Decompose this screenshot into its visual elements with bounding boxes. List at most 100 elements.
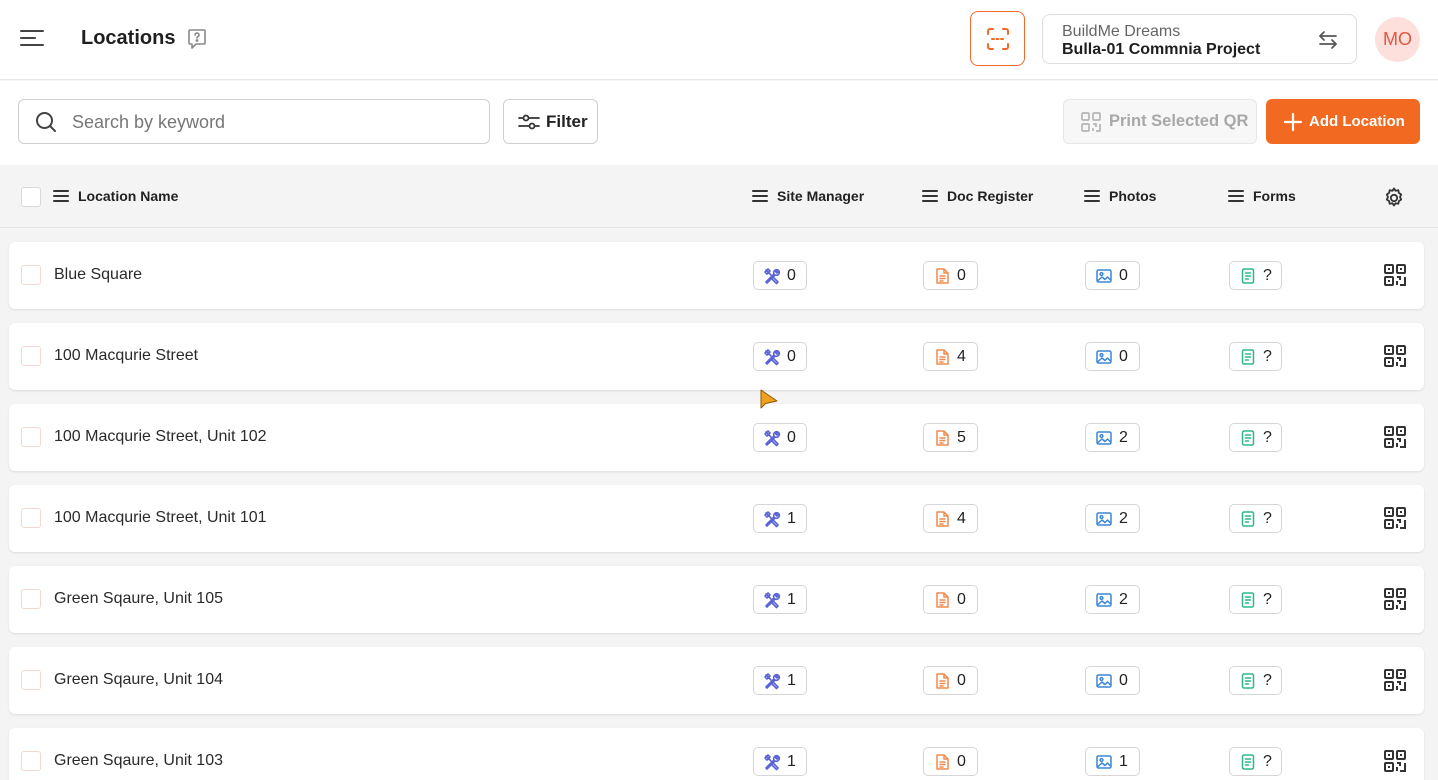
row-checkbox[interactable] [21, 589, 41, 609]
column-label: Photos [1109, 188, 1157, 204]
table-row[interactable]: Green Sqaure, Unit 105 1 0 2 ? [9, 566, 1424, 633]
add-location-button[interactable]: Add Location [1266, 99, 1420, 144]
document-icon [936, 753, 949, 770]
location-name: Green Sqaure, Unit 104 [54, 671, 223, 688]
swap-icon [1319, 31, 1337, 49]
form-count: ? [1263, 752, 1272, 770]
table-row[interactable]: 100 Macqurie Street, Unit 101 1 4 2 ? [9, 485, 1424, 552]
qr-icon[interactable] [1383, 668, 1407, 692]
site-manager-chip[interactable]: 1 [753, 504, 807, 533]
row-checkbox[interactable] [21, 508, 41, 528]
doc-register-chip[interactable]: 4 [923, 504, 978, 533]
column-photos[interactable]: Photos [1084, 188, 1156, 204]
column-doc-register[interactable]: Doc Register [922, 188, 1033, 204]
doc-register-chip[interactable]: 4 [923, 342, 978, 371]
row-checkbox[interactable] [21, 670, 41, 690]
qr-icon[interactable] [1383, 506, 1407, 530]
filter-button[interactable]: Filter [503, 99, 598, 144]
row-checkbox[interactable] [21, 427, 41, 447]
column-label: Forms [1253, 188, 1296, 204]
forms-chip[interactable]: ? [1229, 747, 1282, 776]
site-count: 1 [787, 671, 796, 689]
scan-icon [986, 27, 1009, 50]
photos-chip[interactable]: 0 [1085, 342, 1140, 371]
photos-chip[interactable]: 2 [1085, 504, 1140, 533]
site-manager-chip[interactable]: 1 [753, 666, 807, 695]
site-manager-chip[interactable]: 0 [753, 261, 807, 290]
avatar[interactable]: MO [1375, 17, 1420, 62]
document-icon [936, 672, 949, 689]
qr-icon[interactable] [1383, 263, 1407, 287]
photo-count: 2 [1119, 509, 1128, 527]
site-count: 1 [787, 752, 796, 770]
image-icon [1096, 673, 1112, 688]
doc-count: 0 [957, 590, 966, 608]
menu-icon[interactable] [18, 26, 46, 50]
photo-count: 2 [1119, 428, 1128, 446]
scan-qr-button[interactable] [970, 11, 1025, 66]
qr-icon[interactable] [1383, 425, 1407, 449]
table-row[interactable]: 100 Macqurie Street 0 4 0 ? [9, 323, 1424, 390]
row-checkbox[interactable] [21, 346, 41, 366]
tools-icon [764, 510, 781, 527]
project-name: Bulla-01 Commnia Project [1062, 41, 1261, 58]
form-count: ? [1263, 671, 1272, 689]
project-company: BuildMe Dreams [1062, 23, 1181, 40]
site-count: 0 [787, 266, 796, 284]
print-selected-qr-button[interactable]: Print Selected QR [1063, 99, 1257, 144]
form-icon [1241, 429, 1255, 446]
document-icon [936, 591, 949, 608]
forms-chip[interactable]: ? [1229, 261, 1282, 290]
doc-register-chip[interactable]: 0 [923, 261, 978, 290]
search-box[interactable] [18, 99, 490, 144]
project-switcher[interactable]: BuildMe Dreams Bulla-01 Commnia Project [1042, 14, 1357, 64]
table-row[interactable]: 100 Macqurie Street, Unit 102 0 5 2 ? [9, 404, 1424, 471]
form-count: ? [1263, 266, 1272, 284]
photos-chip[interactable]: 2 [1085, 423, 1140, 452]
site-manager-chip[interactable]: 1 [753, 585, 807, 614]
column-site-manager[interactable]: Site Manager [752, 188, 864, 204]
gear-icon[interactable] [1382, 186, 1406, 210]
form-count: ? [1263, 590, 1272, 608]
image-icon [1096, 430, 1112, 445]
forms-chip[interactable]: ? [1229, 585, 1282, 614]
select-all-checkbox[interactable] [21, 187, 41, 207]
qr-icon[interactable] [1383, 587, 1407, 611]
photo-count: 2 [1119, 590, 1128, 608]
row-checkbox[interactable] [21, 265, 41, 285]
doc-count: 5 [957, 428, 966, 446]
doc-register-chip[interactable]: 5 [923, 423, 978, 452]
qr-icon[interactable] [1383, 749, 1407, 773]
photos-chip[interactable]: 0 [1085, 666, 1140, 695]
forms-chip[interactable]: ? [1229, 666, 1282, 695]
doc-count: 0 [957, 266, 966, 284]
image-icon [1096, 511, 1112, 526]
plus-icon [1283, 112, 1303, 131]
qr-icon[interactable] [1383, 344, 1407, 368]
site-manager-chip[interactable]: 0 [753, 342, 807, 371]
column-location-name[interactable]: Location Name [53, 188, 178, 204]
column-forms[interactable]: Forms [1228, 188, 1296, 204]
image-icon [1096, 592, 1112, 607]
help-icon[interactable] [187, 28, 207, 50]
table-row[interactable]: Green Sqaure, Unit 104 1 0 0 ? [9, 647, 1424, 714]
table-row[interactable]: Blue Square 0 0 0 ? [9, 242, 1424, 309]
table-row[interactable]: Green Sqaure, Unit 103 1 0 1 ? [9, 728, 1424, 780]
doc-register-chip[interactable]: 0 [923, 666, 978, 695]
photos-chip[interactable]: 1 [1085, 747, 1140, 776]
forms-chip[interactable]: ? [1229, 504, 1282, 533]
site-manager-chip[interactable]: 1 [753, 747, 807, 776]
forms-chip[interactable]: ? [1229, 342, 1282, 371]
document-icon [936, 429, 949, 446]
column-menu-icon [53, 190, 69, 202]
forms-chip[interactable]: ? [1229, 423, 1282, 452]
search-input[interactable] [72, 108, 472, 136]
doc-register-chip[interactable]: 0 [923, 747, 978, 776]
form-icon [1241, 510, 1255, 527]
column-label: Doc Register [947, 188, 1034, 204]
photos-chip[interactable]: 0 [1085, 261, 1140, 290]
site-manager-chip[interactable]: 0 [753, 423, 807, 452]
doc-register-chip[interactable]: 0 [923, 585, 978, 614]
row-checkbox[interactable] [21, 751, 41, 771]
photos-chip[interactable]: 2 [1085, 585, 1140, 614]
